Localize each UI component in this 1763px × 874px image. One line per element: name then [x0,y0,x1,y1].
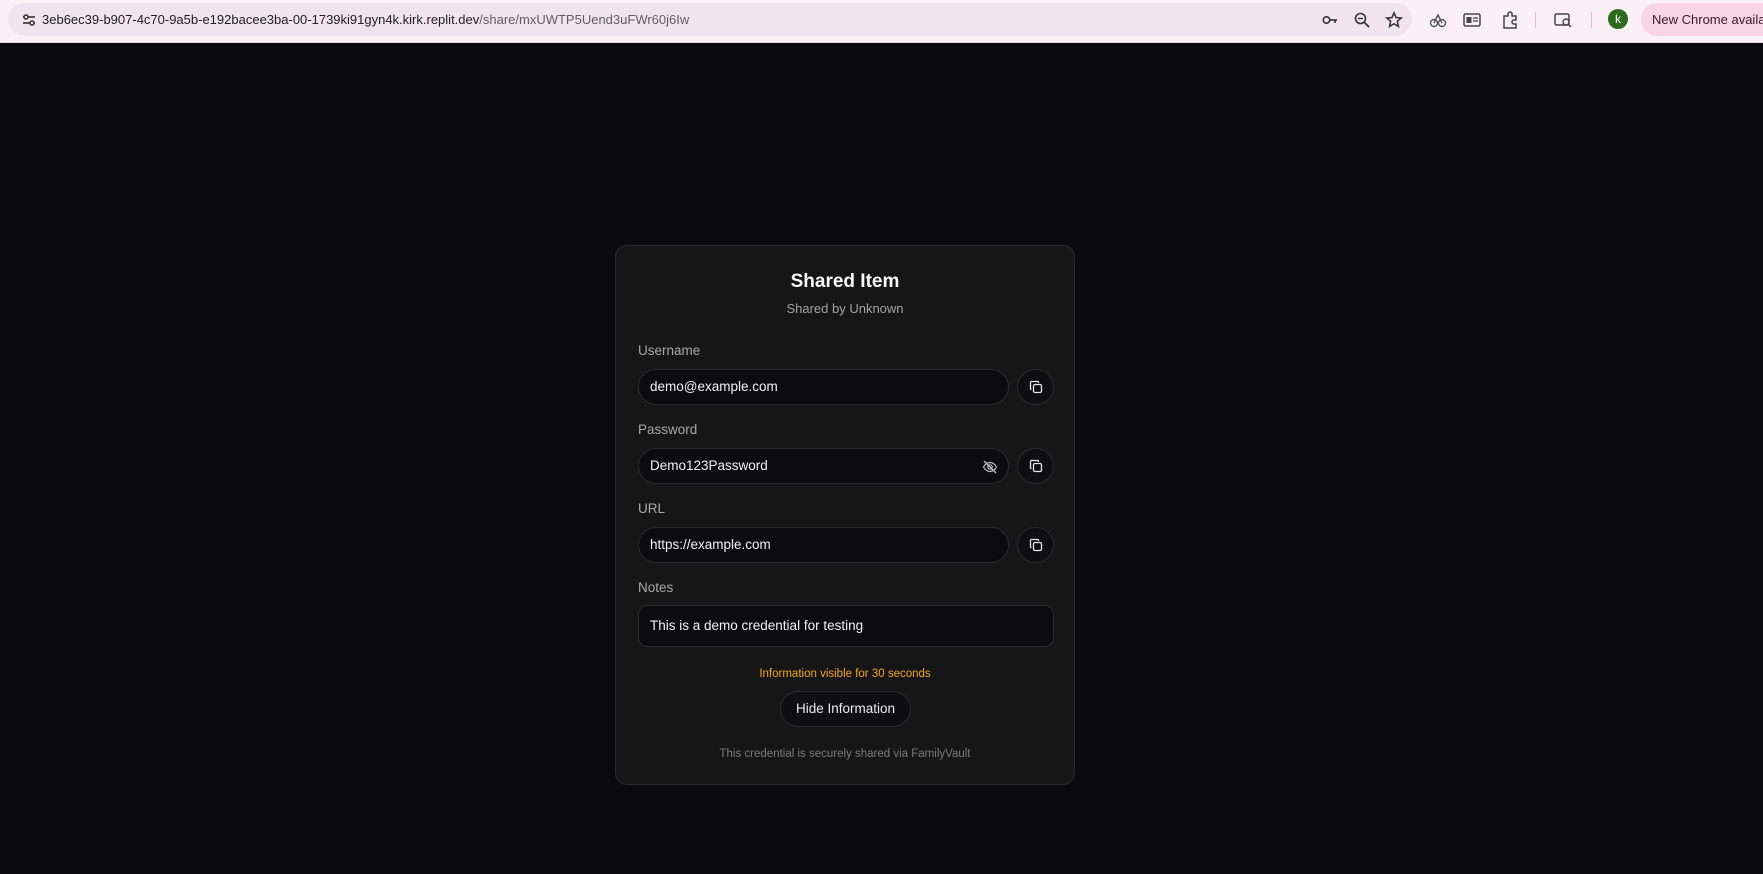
copy-password-button[interactable] [1017,448,1054,484]
card-subtitle: Shared by Unknown [786,301,904,316]
footer-text: This credential is securely shared via F… [719,748,971,760]
url-field[interactable]: https://example.com [638,527,1009,563]
toolbar-divider [1591,12,1592,28]
url-host: 3eb6ec39-b907-4c70-9a5b-e192bacee3ba-00-… [42,12,480,27]
password-field[interactable]: Demo123Password [638,448,1009,484]
visibility-timer-text: Information visible for 30 seconds [759,668,931,680]
url-path: /share/mxUWTP5Uend3uFWr60j6Iw [479,12,690,27]
shared-item-card: Shared Item Shared by Unknown Username d… [615,245,1075,785]
performance-icon[interactable] [1428,10,1448,30]
extensions-icon[interactable] [1500,10,1520,30]
hide-information-button[interactable]: Hide Information [780,691,911,727]
profile-avatar[interactable]: k [1608,9,1628,29]
username-field[interactable]: demo@example.com [638,369,1009,405]
password-value: Demo123Password [650,458,768,473]
copy-username-button[interactable] [1017,369,1054,405]
zoom-icon[interactable] [1353,11,1371,29]
username-label: Username [638,343,701,358]
toolbar-divider [1535,12,1536,28]
copy-icon [1029,538,1043,552]
copy-url-button[interactable] [1017,527,1054,563]
notes-field[interactable]: This is a demo credential for testing [638,605,1054,647]
url-text[interactable]: 3eb6ec39-b907-4c70-9a5b-e192bacee3ba-00-… [42,12,689,27]
chrome-update-button[interactable]: New Chrome available [1641,3,1763,36]
copy-icon [1029,459,1043,473]
tab-search-icon[interactable] [1553,10,1573,30]
notes-label: Notes [638,580,674,595]
browser-toolbar: 3eb6ec39-b907-4c70-9a5b-e192bacee3ba-00-… [0,0,1763,43]
password-label: Password [638,422,698,437]
copy-icon [1029,380,1043,394]
site-settings-icon[interactable] [20,11,38,29]
card-title: Shared Item [790,271,900,292]
reader-mode-icon[interactable] [1462,10,1482,30]
star-icon[interactable] [1385,11,1403,29]
eye-off-icon[interactable] [982,459,998,475]
address-bar[interactable]: 3eb6ec39-b907-4c70-9a5b-e192bacee3ba-00-… [8,3,1412,36]
key-icon[interactable] [1321,11,1339,29]
url-label: URL [638,501,666,516]
